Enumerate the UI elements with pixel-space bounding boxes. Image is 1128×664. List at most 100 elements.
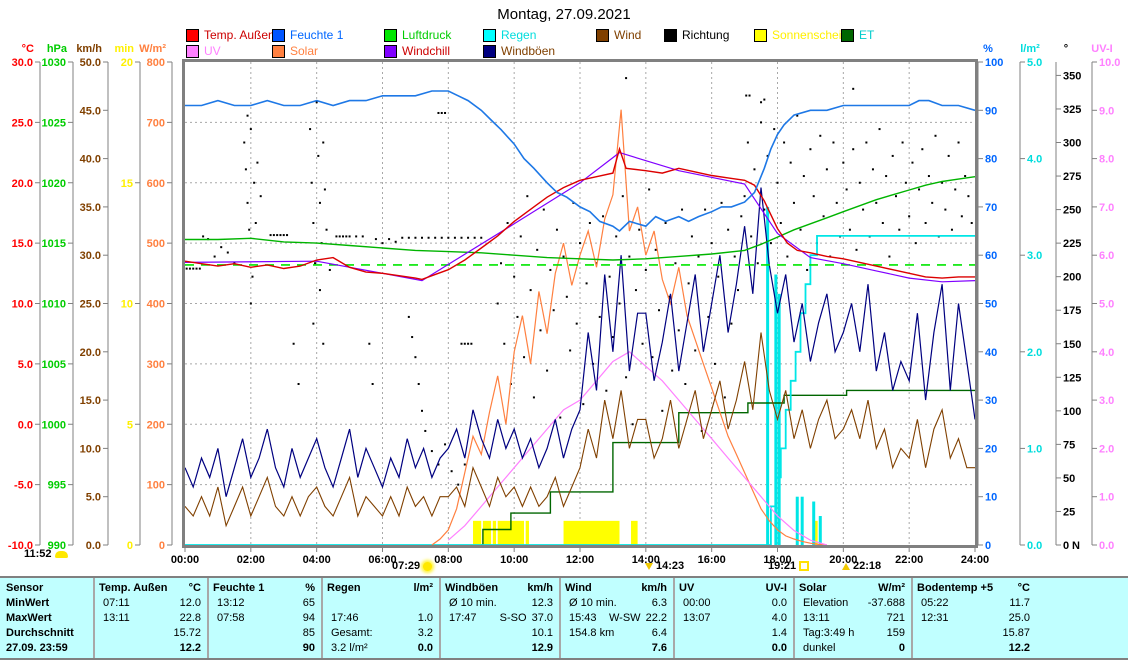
table-cell-value: 0: [899, 641, 908, 656]
table-column-title: UV: [677, 581, 694, 596]
axis-tick-label: 30.0: [12, 57, 33, 69]
arrow-up-icon: [842, 563, 850, 570]
axis-tick-label: 275: [1063, 171, 1081, 183]
table-cell-row: 07:1112.0: [97, 596, 204, 611]
axis-tick-label: -5.0: [14, 480, 33, 492]
table-cell-value: 721: [887, 611, 908, 626]
table-cell-value: 0.0: [772, 641, 790, 656]
arrow-down-icon: [645, 563, 653, 570]
axis-tick-label: 5.0: [1027, 57, 1042, 69]
table-cell-row: Ø 10 min.12.3: [443, 596, 556, 611]
table-column-separator: [673, 578, 675, 658]
table-cell-row: 17:46 1.0: [325, 611, 436, 626]
axis-tick-label: 200: [1063, 272, 1081, 284]
axis-tick-label: 30: [985, 395, 997, 407]
axis-w-m: W/m²8007006005004003002001000: [139, 43, 172, 552]
table-column-separator: [207, 578, 209, 658]
rain-bar: [796, 497, 799, 545]
table-cell-row: 0.0: [677, 641, 790, 656]
table-cell-value: 7.6: [652, 641, 670, 656]
table-cell-value: 90: [303, 641, 318, 656]
table-cell-row: 3.2 l/m²0.0: [325, 641, 436, 656]
table-cell-value: 12.0: [180, 596, 204, 611]
axis-tick-label: 0: [1063, 540, 1069, 552]
table-column-header: UVUV-I: [677, 581, 790, 596]
table-cell-row: Elevation-37.688: [797, 596, 908, 611]
axis-tick-label: 100: [1063, 406, 1081, 418]
axis-tick-label: 50.0: [80, 57, 101, 69]
axis-tick-label: 0: [159, 540, 165, 552]
table-cell-row: 154.8 km6.4: [563, 626, 670, 641]
axis-tick-label: 9.0: [1099, 105, 1114, 117]
axis-c: °C30.025.020.015.010.05.00.0-5.0-10.0: [8, 43, 40, 552]
table-cell-label: 154.8 km: [563, 626, 614, 641]
table-cell-value: 22.8: [180, 611, 204, 626]
table-cell-value: 1.4: [772, 626, 790, 641]
axis-tick-label: 225: [1063, 238, 1081, 250]
axis-tick-label: 1020: [42, 178, 66, 190]
table-cell-value: 3.2: [418, 626, 436, 641]
axis-tick-label: 1000: [42, 419, 66, 431]
axis-tick-label: 0.0: [18, 419, 33, 431]
axis-tick-label: 0.0: [86, 540, 101, 552]
table-column-header: Feuchte 1%: [211, 581, 318, 596]
table-cell-value: 6.3: [652, 596, 670, 611]
table-cell-label: 15:43: [563, 611, 597, 626]
axis-tick-label: 995: [48, 480, 66, 492]
table-cell-value: 65: [303, 596, 318, 611]
table-column-windb-en: Windböen km/hØ 10 min.12.317:47S-SO37.010…: [443, 581, 556, 656]
sunset-time: 19:21: [768, 560, 796, 572]
table-column-title: Temp. Außen: [97, 581, 167, 596]
table-cell-label: 05:22: [915, 596, 949, 611]
table-row-label: 27.09. 23:59: [6, 641, 90, 656]
day-length-time: 11:52: [24, 548, 52, 560]
table-row-label: Sensor: [6, 581, 90, 596]
table-cell-value: 159: [887, 626, 908, 641]
table-column-separator: [559, 578, 561, 658]
table-cell-label: dunkel: [797, 641, 835, 656]
axis-tick-label: 300: [1063, 138, 1081, 150]
axis-tick-label: 250: [1063, 205, 1081, 217]
table-cell-label: [97, 626, 103, 641]
table-cell-row: 13:1122.8: [97, 611, 204, 626]
table-column-wind: Windkm/hØ 10 min.6.315:43W-SW22.2154.8 k…: [563, 581, 670, 656]
table-cell-label: 17:46: [325, 611, 359, 626]
axis-tick-label: 10: [985, 492, 997, 504]
axis-tick-label: 3.0: [1027, 250, 1042, 262]
table-cell-label: 3.2 l/m²: [325, 641, 368, 656]
series-wind: [185, 333, 975, 526]
table-column-separator: [93, 578, 95, 658]
table-sensor-column: SensorMinWertMaxWertDurchschnitt27.09. 2…: [6, 581, 90, 656]
table-cell-label: 13:12: [211, 596, 245, 611]
table-cell-row: 7.6: [563, 641, 670, 656]
table-cell-value: -37.688: [868, 596, 908, 611]
table-column-unit: km/h: [527, 581, 556, 596]
table-cell-row: 12:3125.0: [915, 611, 1033, 626]
table-cell-label: [211, 641, 217, 656]
axis-tick-label: 25.0: [80, 299, 101, 311]
axis-tick-label: 0: [127, 540, 133, 552]
sunshine-bar: [473, 521, 481, 545]
table-cell-row: 10.1: [443, 626, 556, 641]
moonset-annotation: 14:23: [645, 560, 684, 572]
summary-table: SensorMinWertMaxWertDurchschnitt27.09. 2…: [0, 576, 1128, 660]
axis-tick-label: 100: [147, 480, 165, 492]
table-cell-value: 22.2: [646, 611, 670, 626]
table-cell-row: dunkel 0: [797, 641, 908, 656]
day-length-annotation: 11:52: [24, 548, 68, 560]
moonset-time: 14:23: [656, 560, 684, 572]
axis-tick-label: 500: [147, 238, 165, 250]
table-cell-direction: W-SW: [609, 611, 641, 626]
sun-cloud-icon: [55, 551, 68, 558]
table-cell-label: 13:11: [797, 611, 830, 626]
axis-l-m: l/m²5.04.03.02.01.00.0: [1020, 43, 1042, 552]
rain-bar: [801, 497, 804, 545]
table-column-title: Windböen: [443, 581, 498, 596]
table-cell-row: 17:47S-SO37.0: [443, 611, 556, 626]
table-column-title: Bodentemp +5: [915, 581, 993, 596]
table-cell-value: 4.0: [772, 611, 790, 626]
table-cell-value: 1.0: [418, 611, 436, 626]
sunshine-bar: [631, 521, 638, 545]
axis-tick-label: 1.0: [1099, 492, 1114, 504]
table-column-unit: km/h: [641, 581, 670, 596]
